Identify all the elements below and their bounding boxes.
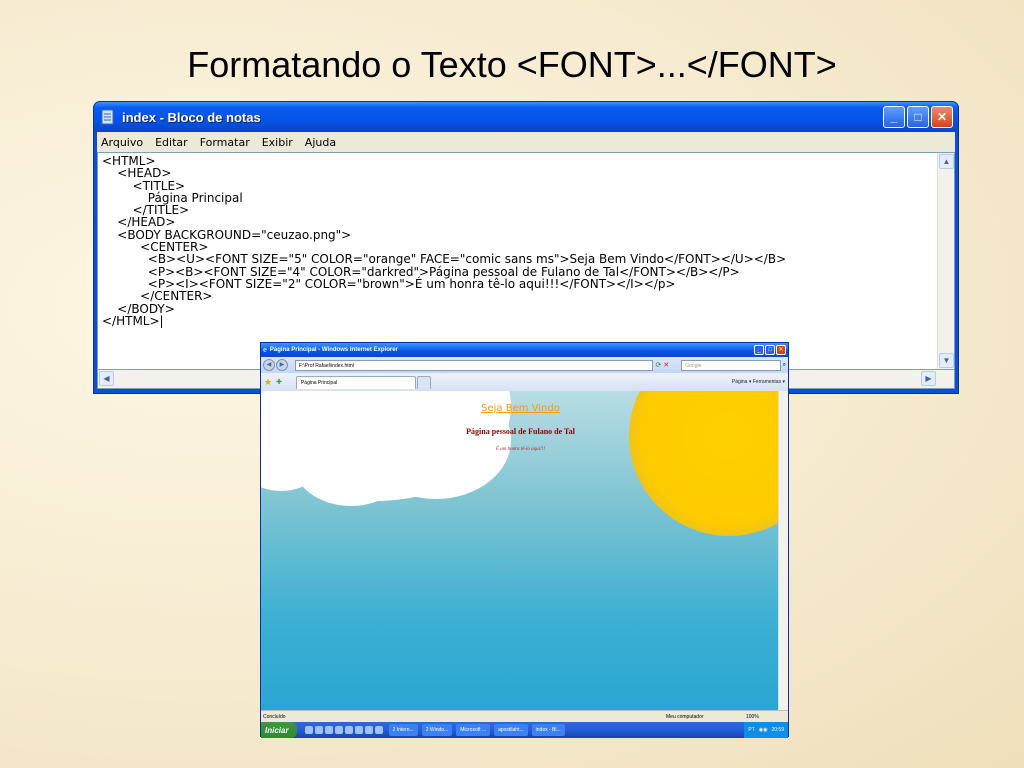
favorites-star-icon[interactable]: ★: [264, 377, 272, 388]
vertical-scrollbar[interactable]: ▲ ▼: [937, 153, 954, 369]
notepad-icon: [100, 109, 116, 125]
code-line: <HTML>: [102, 154, 156, 168]
scroll-left-icon[interactable]: ◀: [99, 371, 114, 386]
code-line: </BODY>: [102, 301, 175, 316]
code-line: </HTML>|: [102, 313, 164, 328]
code-line: <BODY BACKGROUND="ceuzao.png">: [102, 227, 352, 242]
tab-pagina-principal[interactable]: Página Principal: [295, 375, 416, 389]
quick-launch-icon[interactable]: [314, 726, 323, 734]
quick-launch-icon[interactable]: [304, 726, 313, 734]
menu-editar[interactable]: Editar: [155, 136, 188, 149]
page-subheading: Página pessoal de Fulano de Tal: [466, 427, 575, 436]
code-line: Página Principal: [102, 190, 243, 205]
ie-logo-icon: e: [263, 346, 267, 354]
quick-launch-icon[interactable]: [374, 726, 383, 734]
browser-maximize-button[interactable]: □: [765, 345, 775, 355]
browser-window: e Página Principal - Windows Internet Ex…: [260, 342, 789, 738]
scroll-up-icon[interactable]: ▲: [939, 154, 954, 169]
quick-launch-icon[interactable]: [354, 726, 363, 734]
code-line: <B><U><FONT SIZE="5" COLOR="orange" FACE…: [102, 252, 787, 267]
address-bar: ◀ ▶ F:\Prof Rafael\index.html ⟳ ✕ Google…: [261, 357, 788, 373]
maximize-button[interactable]: □: [907, 106, 929, 128]
code-line: <HEAD>: [102, 166, 172, 181]
taskbar-item[interactable]: apostilaht...: [494, 724, 528, 736]
maximize-icon: □: [914, 110, 922, 124]
close-icon: ✕: [936, 110, 948, 124]
menu-ajuda[interactable]: Ajuda: [305, 136, 336, 149]
notepad-title: index - Bloco de notas: [122, 109, 261, 125]
code-line: </HEAD>: [102, 215, 176, 230]
browser-close-button[interactable]: ✕: [776, 345, 786, 355]
code-line: <P><I><FONT SIZE="2" COLOR="brown">É um …: [102, 276, 676, 291]
quick-launch: [304, 726, 385, 734]
browser-titlebar[interactable]: e Página Principal - Windows Internet Ex…: [261, 343, 788, 357]
system-tray: PT ◉◉ 20:59: [744, 722, 788, 738]
clock: 20:59: [771, 727, 784, 733]
taskbar: Iniciar 2 Intern... 2 Windo... Microsoft…: [261, 722, 788, 738]
search-icon[interactable]: ⌕: [783, 362, 786, 369]
notepad-menubar: Arquivo Editar Formatar Exibir Ajuda: [97, 132, 955, 152]
taskbar-item[interactable]: Microsoft ...: [456, 724, 491, 736]
status-text: Concluído: [263, 713, 286, 720]
start-button[interactable]: Iniciar: [261, 722, 297, 738]
page-heading: Seja Bem Vindo: [481, 403, 560, 414]
close-button[interactable]: ✕: [931, 106, 953, 128]
notepad-text-area[interactable]: <HTML> <HEAD> <TITLE> Página Principal <…: [97, 152, 955, 370]
web-page: Seja Bem Vindo Página pessoal de Fulano …: [261, 391, 788, 710]
command-bar[interactable]: Página ▾ Ferramentas ▾: [732, 379, 785, 385]
browser-minimize-button[interactable]: _: [754, 345, 764, 355]
notepad-titlebar[interactable]: index - Bloco de notas _ □ ✕: [94, 102, 958, 132]
browser-title: Página Principal - Windows Internet Expl…: [269, 347, 398, 353]
page-scrollbar[interactable]: [778, 391, 788, 710]
code-line: </CENTER>: [102, 289, 213, 304]
menu-exibir[interactable]: Exibir: [262, 136, 293, 149]
back-icon[interactable]: ◀: [263, 359, 275, 371]
slide-title: Formatando o Texto <FONT>...</FONT>: [187, 44, 837, 85]
refresh-icon[interactable]: ⟳: [656, 361, 662, 369]
scroll-down-icon[interactable]: ▼: [939, 353, 954, 368]
status-zone: Meu computador: [666, 713, 704, 720]
minimize-button[interactable]: _: [883, 106, 905, 128]
language-indicator[interactable]: PT: [748, 727, 754, 733]
quick-launch-icon[interactable]: [344, 726, 353, 734]
tab-bar: ★ ✚ Página Principal Página ▾ Ferramenta…: [261, 373, 788, 391]
forward-icon[interactable]: ▶: [275, 359, 288, 371]
taskbar-item[interactable]: index - Bl...: [531, 724, 565, 736]
search-input[interactable]: Google: [681, 359, 781, 371]
tray-icons: ◉◉: [758, 727, 768, 733]
minimize-icon: _: [890, 110, 898, 124]
menu-arquivo[interactable]: Arquivo: [101, 136, 143, 149]
stop-icon[interactable]: ✕: [663, 361, 669, 369]
quick-launch-icon[interactable]: [334, 726, 343, 734]
quick-launch-icon[interactable]: [324, 726, 333, 734]
browser-statusbar: Concluído Meu computador 100%: [261, 710, 788, 722]
new-tab-button[interactable]: [416, 375, 431, 389]
zoom-level[interactable]: 100%: [746, 714, 786, 720]
taskbar-item[interactable]: 2 Intern...: [388, 724, 418, 736]
address-input[interactable]: F:\Prof Rafael\index.html: [294, 359, 653, 371]
menu-formatar[interactable]: Formatar: [200, 136, 250, 149]
page-tagline: É um honra tê-lo aqui!!!: [495, 447, 546, 452]
quick-launch-icon[interactable]: [364, 726, 373, 734]
scroll-right-icon[interactable]: ▶: [921, 371, 936, 386]
code-text: <HTML> <HEAD> <TITLE> Página Principal <…: [98, 153, 954, 329]
taskbar-item[interactable]: 2 Windo...: [421, 724, 453, 736]
add-favorite-icon[interactable]: ✚: [276, 378, 282, 386]
code-line: </TITLE>: [102, 203, 190, 218]
